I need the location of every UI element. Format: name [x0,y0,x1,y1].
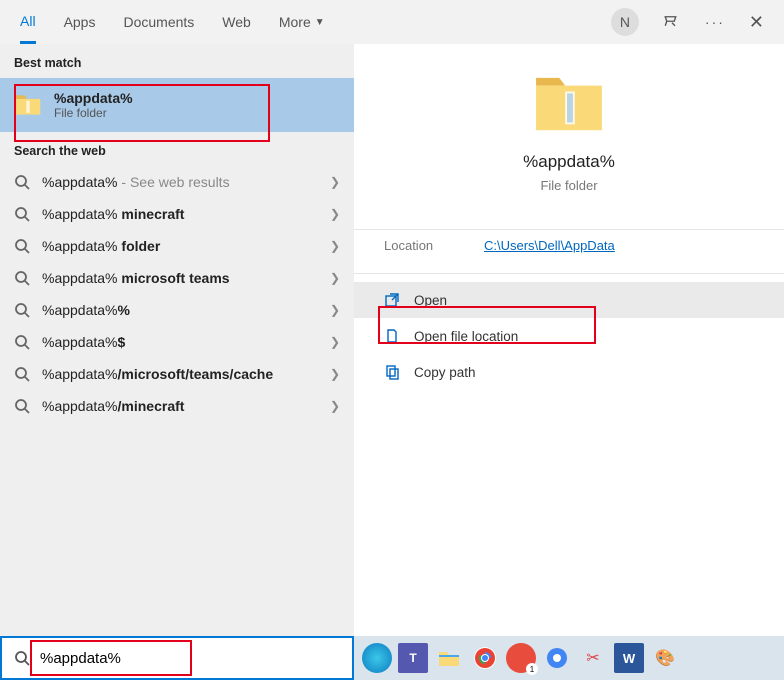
web-result-text: %appdata%/minecraft [42,398,318,414]
location-link[interactable]: C:\Users\Dell\AppData [484,238,615,253]
chevron-right-icon: ❯ [330,303,340,317]
web-result-text: %appdata% minecraft [42,206,318,222]
avatar[interactable]: N [611,8,639,36]
preview-panel: %appdata% File folder Location C:\Users\… [354,44,784,636]
web-result-text: %appdata% folder [42,238,318,254]
web-result-text: %appdata%/microsoft/teams/cache [42,366,318,382]
chevron-right-icon: ❯ [330,399,340,413]
preview-title: %appdata% [523,152,615,172]
chevron-down-icon: ▼ [315,17,325,28]
best-match-label: Best match [0,44,354,78]
best-match-subtitle: File folder [54,106,133,120]
location-row: Location C:\Users\Dell\AppData [354,238,784,273]
search-box[interactable] [0,636,354,680]
search-icon [14,366,30,382]
web-result-item[interactable]: %appdata% minecraft ❯ [0,198,354,230]
tab-more[interactable]: More ▼ [279,0,325,44]
web-result-item[interactable]: %appdata% microsoft teams ❯ [0,262,354,294]
tab-documents[interactable]: Documents [123,0,194,44]
chevron-right-icon: ❯ [330,271,340,285]
header: All Apps Documents Web More ▼ N ··· ✕ [0,0,784,44]
search-icon [14,650,30,666]
chevron-right-icon: ❯ [330,175,340,189]
open-label: Open [414,293,447,308]
tab-all[interactable]: All [20,0,36,44]
taskbar-chrome-icon[interactable] [470,643,500,673]
open-action[interactable]: Open [354,282,784,318]
open-location-label: Open file location [414,329,518,344]
search-icon [14,270,30,286]
web-result-item[interactable]: %appdata%/minecraft ❯ [0,390,354,422]
more-options-icon[interactable]: ··· [705,14,725,30]
web-result-item[interactable]: %appdata% folder ❯ [0,230,354,262]
taskbar-edge-icon[interactable] [362,643,392,673]
divider [354,229,784,230]
chevron-right-icon: ❯ [330,207,340,221]
search-icon [14,206,30,222]
web-result-item[interactable]: %appdata%$ ❯ [0,326,354,358]
search-icon [14,238,30,254]
preview-subtitle: File folder [540,178,597,193]
header-controls: N ··· ✕ [611,8,764,36]
best-match-result[interactable]: %appdata% File folder [0,78,354,132]
divider [354,273,784,274]
search-icon [14,302,30,318]
search-input[interactable] [40,650,340,667]
taskbar: T 1 ✂ W 🎨 [354,636,784,680]
web-result-item[interactable]: %appdata%/microsoft/teams/cache ❯ [0,358,354,390]
taskbar-snip-icon[interactable]: ✂ [578,643,608,673]
taskbar-explorer-icon[interactable] [434,643,464,673]
search-icon [14,334,30,350]
web-result-text: %appdata% - See web results [42,174,318,190]
folder-icon [14,93,42,117]
open-icon [384,292,400,308]
main-content: Best match %appdata% File folder Search … [0,44,784,636]
web-result-item[interactable]: %appdata% - See web results ❯ [0,166,354,198]
chevron-right-icon: ❯ [330,239,340,253]
folder-icon [530,74,608,136]
tab-apps[interactable]: Apps [64,0,96,44]
bottom-bar: T 1 ✂ W 🎨 [0,636,784,680]
copy-icon [384,364,400,380]
taskbar-word-icon[interactable]: W [614,643,644,673]
search-web-label: Search the web [0,132,354,166]
chevron-right-icon: ❯ [330,335,340,349]
search-window: All Apps Documents Web More ▼ N ··· ✕ Be… [0,0,784,680]
best-match-title: %appdata% [54,90,133,106]
taskbar-chrome2-icon[interactable] [542,643,572,673]
close-button[interactable]: ✕ [749,12,764,33]
taskbar-app-icon[interactable]: 1 [506,643,536,673]
taskbar-teams-icon[interactable]: T [398,643,428,673]
feedback-icon[interactable] [663,13,681,31]
search-icon [14,398,30,414]
chevron-right-icon: ❯ [330,367,340,381]
web-result-text: %appdata%$ [42,334,318,350]
web-result-item[interactable]: %appdata%% ❯ [0,294,354,326]
open-location-action[interactable]: Open file location [354,318,784,354]
copy-path-action[interactable]: Copy path [354,354,784,390]
location-label: Location [384,238,484,253]
tab-web[interactable]: Web [222,0,251,44]
taskbar-paint-icon[interactable]: 🎨 [650,643,680,673]
results-panel: Best match %appdata% File folder Search … [0,44,354,636]
filter-tabs: All Apps Documents Web More ▼ [20,0,325,44]
search-icon [14,174,30,190]
web-result-text: %appdata% microsoft teams [42,270,318,286]
copy-path-label: Copy path [414,365,476,380]
web-result-text: %appdata%% [42,302,318,318]
file-location-icon [384,328,400,344]
